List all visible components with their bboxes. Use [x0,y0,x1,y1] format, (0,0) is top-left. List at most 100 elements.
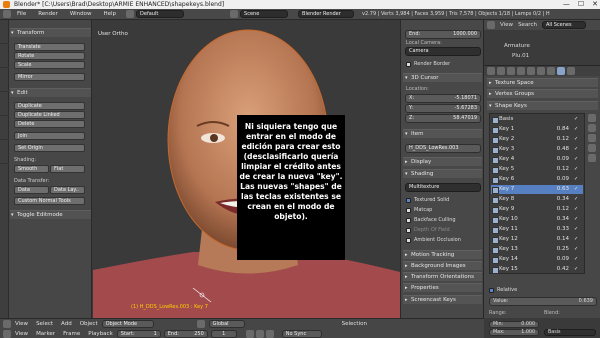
current-frame-field[interactable]: 1 [210,330,237,338]
background-images-header[interactable]: Background Images [403,261,482,270]
timeline-view-menu[interactable]: View [11,331,32,337]
3d-view-editor-icon[interactable] [3,320,11,328]
join-button[interactable]: Join [14,132,85,140]
toggle-editmode-header[interactable]: Toggle Editmode [10,210,91,219]
transform-orientations-header[interactable]: Transform Orientations [403,272,482,281]
flat-button[interactable]: Flat [50,165,85,173]
menu-help[interactable]: Help [98,11,123,17]
data-layout-button[interactable]: Data Lay.. [50,186,85,194]
marker-menu[interactable]: Marker [32,331,59,337]
shape-keys-list[interactable]: Basis Key 10.84 Key 20.12 Key 30.48 Key … [489,113,585,274]
sync-select[interactable]: No Sync [281,330,322,338]
shape-key-row[interactable]: Key 10 0.34 [491,215,583,224]
end-frame-field[interactable]: End: 250 [163,330,208,338]
shape-value-slider[interactable]: Value: 0.639 [489,297,597,306]
item-header[interactable]: Item [403,129,482,138]
shape-key-row[interactable]: Key 12 0.14 [491,235,583,244]
outliner-item-plu[interactable]: Plu.01 [512,53,529,59]
properties-header[interactable]: Properties [403,283,482,292]
shape-key-row[interactable]: Key 9 0.12 [491,205,583,214]
display-header[interactable]: Display [403,157,482,166]
shape-key-row-selected[interactable]: Key 7 0.63 [491,185,583,194]
3d-cursor-header[interactable]: 3D Cursor [403,73,482,82]
shape-key-row[interactable]: Key 3 0.48 [491,145,583,154]
data-button[interactable]: Data [14,186,49,194]
properties-context-tabs[interactable] [484,66,600,76]
vertex-groups-header[interactable]: Vertex Groups [487,89,598,98]
orientation-select[interactable]: Global [208,320,245,328]
play-controls-icon[interactable] [245,330,254,338]
pivot-icon[interactable] [196,320,205,328]
shape-key-row[interactable]: Basis [491,115,583,124]
info-editor-icon[interactable] [3,10,11,18]
shape-key-row[interactable]: Key 14 0.09 [491,255,583,264]
render-border-checkbox[interactable]: Render Border [406,61,450,67]
view-menu[interactable]: View [11,321,32,327]
menu-render[interactable]: Render [32,11,64,17]
layout-select[interactable]: Default [136,10,185,18]
play-icon[interactable] [255,330,264,338]
scene-select[interactable]: Scene [240,10,289,18]
scale-button[interactable]: Scale [14,61,85,69]
matcap-checkbox[interactable]: Matcap [406,207,432,213]
object-menu[interactable]: Object [76,321,102,327]
outliner-editor-icon[interactable] [487,21,495,29]
transform-panel-header[interactable]: Transform [10,28,91,37]
menu-window[interactable]: Window [64,11,98,17]
item-name-field[interactable]: H_DDS_LowRes.003 [405,144,481,153]
frame-menu[interactable]: Frame [59,331,84,337]
screencast-keys-header[interactable]: Screencast Keys [403,295,482,304]
playback-menu[interactable]: Playback [84,331,117,337]
menu-file[interactable]: File [11,11,32,17]
blend-select[interactable]: Basis [544,329,596,336]
shape-key-row[interactable]: Key 5 0.12 [491,165,583,174]
duplicate-linked-button[interactable]: Duplicate Linked [14,111,85,119]
minimize-button[interactable]: — [563,0,570,8]
outliner-scenes-select[interactable]: All Scenes [541,21,586,29]
edit-panel-header[interactable]: Edit [10,88,91,97]
tool-shelf-tabs[interactable] [0,20,9,318]
outliner-view-menu[interactable]: View [500,22,513,28]
start-frame-field[interactable]: Start: 1 [116,330,161,338]
skip-end-icon[interactable] [265,330,274,338]
close-button[interactable]: ✕ [592,0,598,8]
render-engine-select[interactable]: Blender Render [298,10,355,18]
delete-button[interactable]: Delete [14,120,85,128]
duplicate-button[interactable]: Duplicate [14,102,85,110]
move-down-icon[interactable] [588,154,596,162]
shape-key-row[interactable]: Key 1 0.84 [491,125,583,134]
add-menu[interactable]: Add [57,321,76,327]
mirror-button[interactable]: Mirror [14,73,85,81]
remove-shape-key-icon[interactable] [588,124,596,132]
set-origin-button[interactable]: Set Origin [14,144,85,152]
depth-of-field-checkbox[interactable]: Depth Of Field [406,227,450,233]
motion-tracking-header[interactable]: Motion Tracking [403,250,482,259]
shape-key-row[interactable]: Key 6 0.09 [491,175,583,184]
relative-checkbox[interactable]: Relative [489,287,517,293]
translate-button[interactable]: Translate [14,43,85,51]
outliner-item-armature[interactable]: Armature [504,43,530,49]
cursor-z-field[interactable]: Z: 58.47019 [405,114,481,123]
textured-solid-checkbox[interactable]: Textured Solid [406,197,449,203]
texture-space-header[interactable]: Texture Space [487,78,598,87]
camera-select[interactable]: Camera [405,47,481,56]
clip-end-field[interactable]: End: 1000.000 [405,30,481,39]
min-field[interactable]: Min: 0.000 [489,321,539,328]
shading-header[interactable]: Shading [403,169,482,178]
custom-normal-tools-button[interactable]: Custom Normal Tools [14,197,85,205]
add-shape-key-icon[interactable] [588,114,596,122]
cursor-y-field[interactable]: Y: -5.67283 [405,104,481,113]
mode-select[interactable]: Object Mode [101,320,154,328]
shape-key-row[interactable]: Key 8 0.34 [491,195,583,204]
move-up-icon[interactable] [588,144,596,152]
select-menu[interactable]: Select [32,321,57,327]
max-field[interactable]: Max: 1.000 [489,329,539,336]
shape-key-specials-icon[interactable] [588,134,596,142]
backface-culling-checkbox[interactable]: Backface Culling [406,217,456,223]
shading-mode-select[interactable]: Multitexture [405,183,481,192]
timeline-editor-icon[interactable] [3,330,11,338]
outliner-search-menu[interactable]: Search [518,22,537,28]
shape-key-row[interactable]: Key 2 0.12 [491,135,583,144]
maximize-button[interactable]: ☐ [578,0,584,8]
cursor-x-field[interactable]: X: -5.18071 [405,94,481,103]
